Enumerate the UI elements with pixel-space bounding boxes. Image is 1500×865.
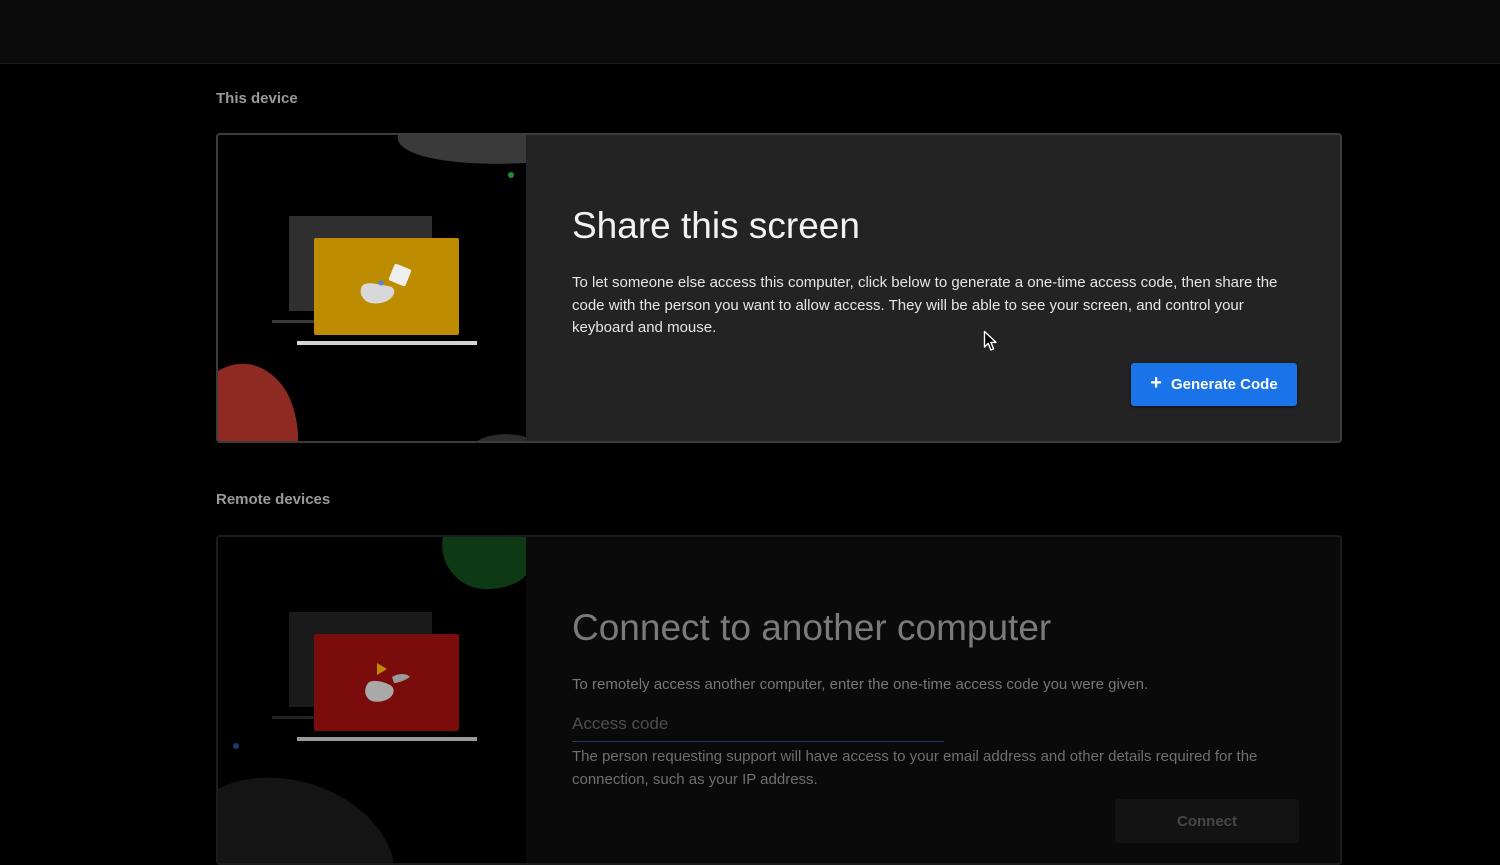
share-screen-description: To let someone else access this computer…: [572, 274, 1278, 336]
section-label-this-device: This device: [216, 90, 298, 107]
connect-remote-card: Connect to another computer To remotely …: [216, 535, 1342, 865]
share-screen-card: Share this screen To let someone else ac…: [216, 133, 1342, 443]
privacy-notice: The person requesting support will have …: [572, 748, 1258, 788]
section-label-remote-devices: Remote devices: [216, 491, 331, 508]
generate-code-label: Generate Code: [1170, 376, 1278, 393]
access-code-field: [572, 709, 944, 742]
plus-icon: +: [1150, 372, 1162, 394]
share-screen-illustration: [218, 135, 526, 441]
connect-button[interactable]: Connect: [1115, 799, 1299, 843]
connect-remote-title: Connect to another computer: [572, 607, 1052, 648]
mouse-pointer-icon: [983, 330, 999, 357]
connect-remote-description: To remotely access another computer, ent…: [572, 676, 1149, 693]
share-screen-title: Share this screen: [572, 205, 860, 246]
connect-remote-illustration: [218, 537, 526, 863]
access-code-input[interactable]: [572, 709, 944, 739]
top-app-bar: [0, 0, 1500, 64]
generate-code-button[interactable]: + Generate Code: [1131, 363, 1297, 406]
